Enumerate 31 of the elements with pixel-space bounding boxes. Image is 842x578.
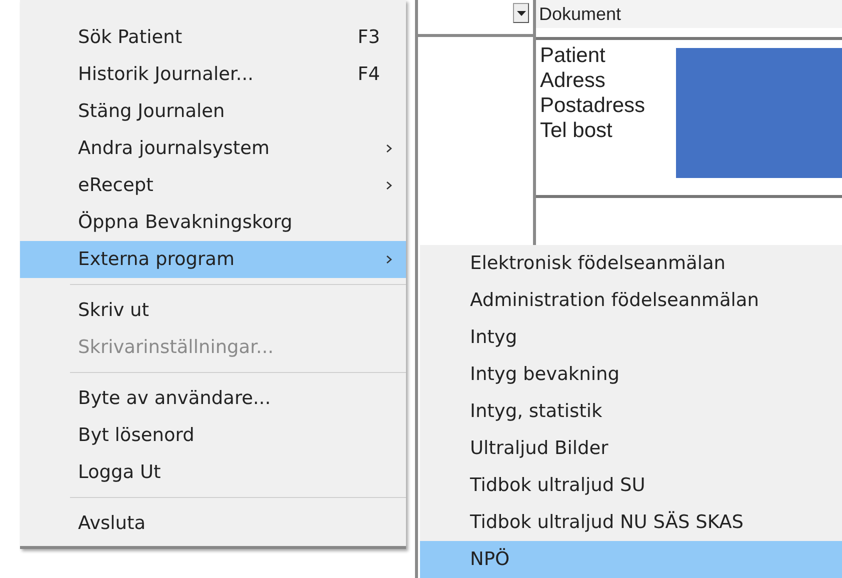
dropdown-button[interactable] — [513, 3, 529, 23]
submenu-item[interactable]: Intyg bevakning — [420, 356, 842, 393]
patient-field-label: Tel bost — [540, 118, 614, 143]
menu-item[interactable]: Byte av användare... — [20, 380, 406, 417]
patient-field-label: Adress — [540, 68, 606, 93]
submenu-item[interactable]: Administration födelseanmälan — [420, 282, 842, 319]
submenu-item[interactable]: Intyg, statistik — [420, 393, 842, 430]
chevron-right-icon — [386, 144, 392, 153]
submenu-item[interactable]: Ultraljud Bilder — [420, 430, 842, 467]
menu-item[interactable]: Logga Ut — [20, 454, 406, 491]
menu-item[interactable]: Byt lösenord — [20, 417, 406, 454]
menu-item[interactable]: Avsluta — [20, 505, 406, 542]
patient-field-label: Postadress — [540, 93, 646, 118]
submenu-item[interactable]: Intyg — [420, 319, 842, 356]
menu-item[interactable]: Sök Patient F3 — [20, 19, 406, 56]
menu-item[interactable]: Öppna Bevakningskorg — [20, 204, 406, 241]
menu-item[interactable]: Historik Journaler... F4 — [20, 56, 406, 93]
chevron-right-icon — [386, 181, 392, 190]
submenu-item[interactable]: Tidbok ultraljud NU SÄS SKAS — [420, 504, 842, 541]
chevron-right-icon — [386, 255, 392, 264]
submenu-item[interactable]: Elektronisk födelseanmälan — [420, 245, 842, 282]
menu-item[interactable]: Externa program — [20, 241, 406, 278]
menu-item[interactable]: Stäng Journalen — [20, 93, 406, 130]
menu-item[interactable]: eRecept — [20, 167, 406, 204]
menu-item[interactable]: Skriv ut — [20, 292, 406, 329]
submenu-item[interactable]: NPÖ — [420, 541, 842, 578]
submenu-item[interactable]: Tidbok ultraljud SU — [420, 467, 842, 504]
patient-field-label: Patient — [540, 43, 606, 68]
menu-item[interactable]: Andra journalsystem — [20, 130, 406, 167]
caret-icon — [516, 10, 526, 16]
document-field[interactable]: Dokument — [536, 0, 842, 28]
